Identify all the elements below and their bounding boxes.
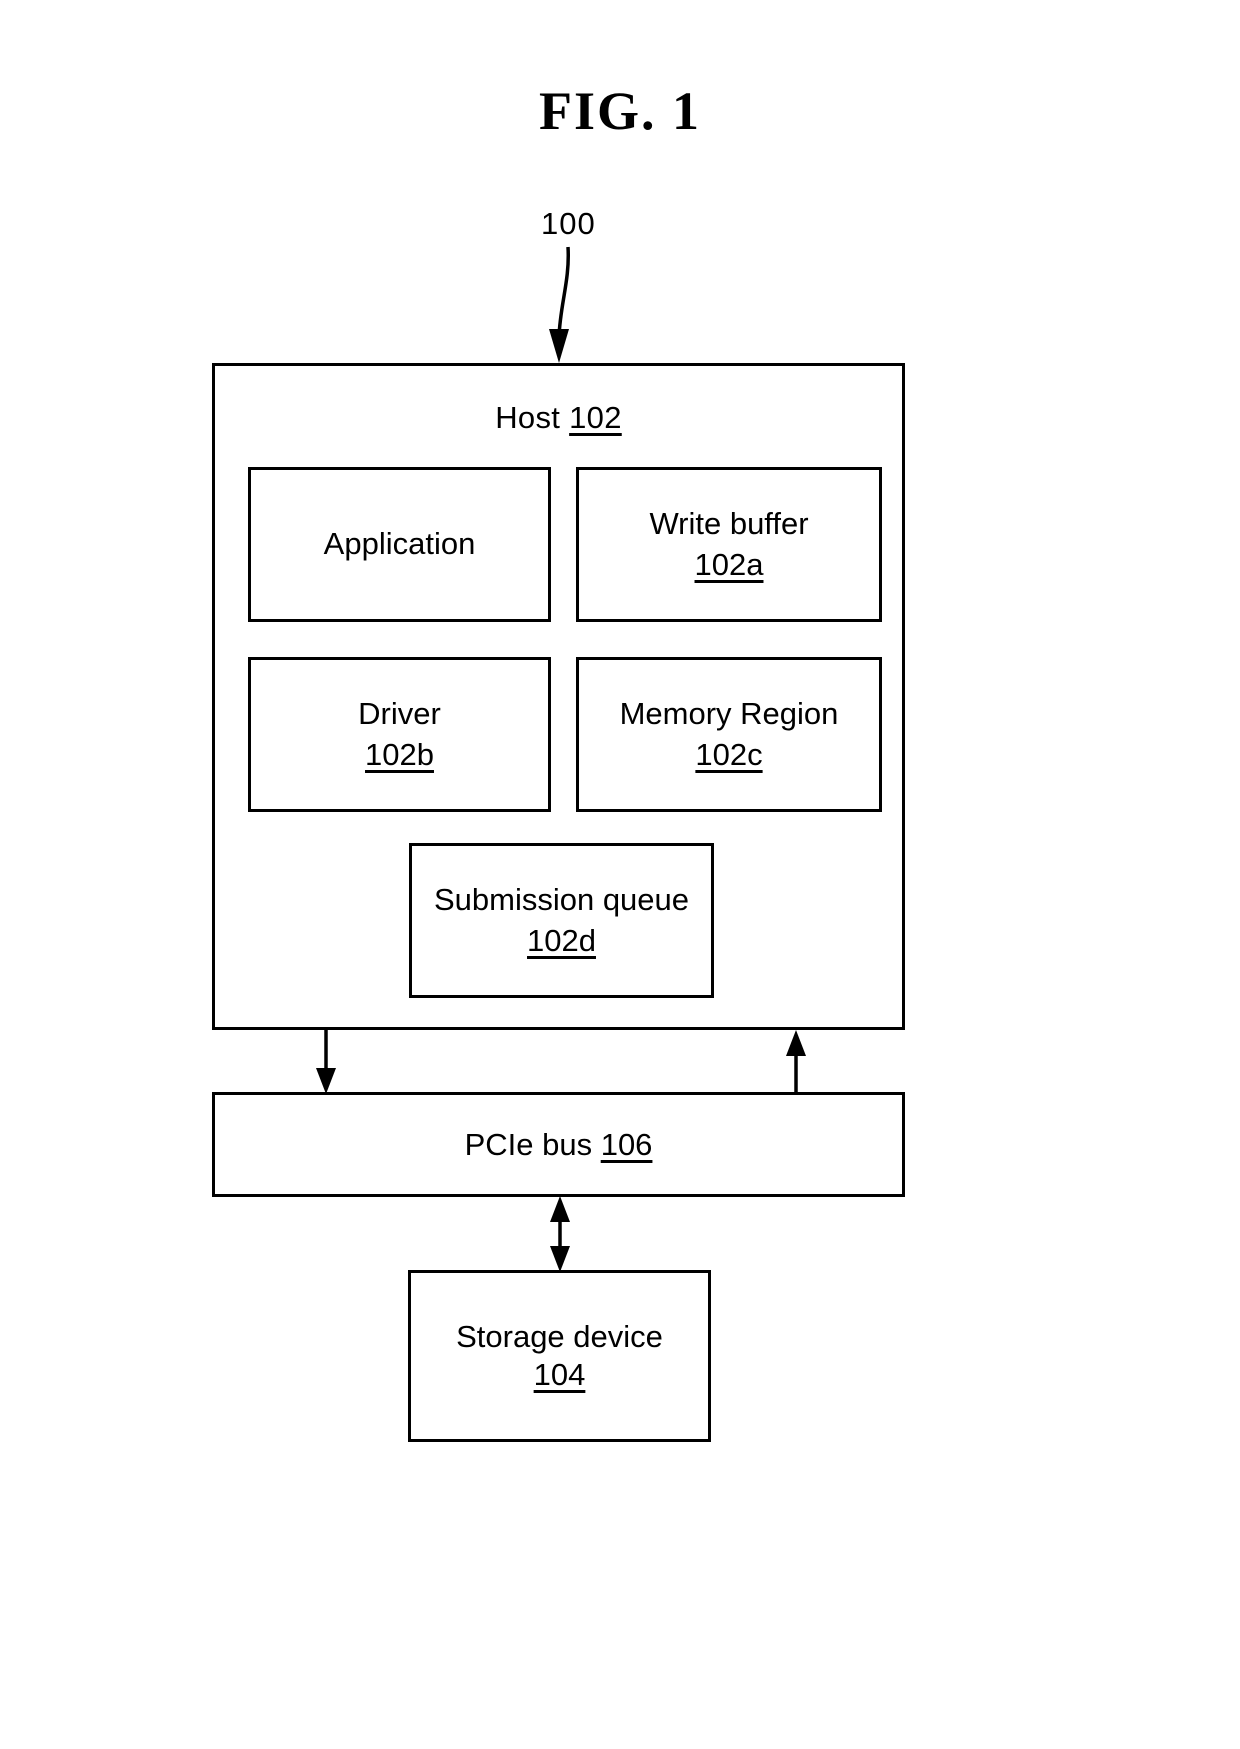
submission-queue-label: Submission queue — [433, 882, 690, 918]
arrow-pcie-to-host-icon — [786, 1030, 806, 1096]
system-reference-label: 100 — [541, 206, 596, 241]
write-buffer-label: Write buffer — [649, 506, 809, 542]
host-label: Host — [495, 400, 561, 435]
pcie-bus-label: PCIe bus — [464, 1126, 593, 1162]
driver-reference: 102b — [365, 736, 434, 772]
storage-device-reference: 104 — [533, 1357, 586, 1392]
host-title: Host 102 — [215, 400, 902, 436]
storage-device-label: Storage device — [456, 1318, 663, 1354]
system-leader-arrow-icon — [549, 246, 571, 363]
host-component-submission-queue: Submission queue 102d — [409, 843, 714, 998]
submission-queue-reference: 102d — [527, 922, 596, 958]
write-buffer-reference: 102a — [694, 546, 764, 582]
arrow-host-to-pcie-icon — [316, 1028, 336, 1094]
host-component-memory-region: Memory Region 102c — [576, 657, 882, 812]
arrow-pcie-bus-storage-device-icon — [550, 1196, 570, 1272]
figure-title: FIG. 1 — [538, 81, 701, 141]
application-label: Application — [323, 526, 476, 562]
storage-device-container: Storage device 104 — [408, 1270, 711, 1442]
host-reference: 102 — [569, 400, 622, 435]
memory-region-reference: 102c — [695, 736, 763, 772]
memory-region-label: Memory Region — [619, 696, 839, 732]
host-component-write-buffer: Write buffer 102a — [576, 467, 882, 622]
host-component-application: Application — [248, 467, 551, 622]
driver-label: Driver — [358, 696, 441, 732]
host-component-driver: Driver 102b — [248, 657, 551, 812]
pcie-bus-container: PCIe bus 106 — [212, 1092, 905, 1197]
pcie-bus-reference: 106 — [600, 1126, 653, 1162]
host-container: Host 102 Application Write buffer 102a D… — [212, 363, 905, 1030]
